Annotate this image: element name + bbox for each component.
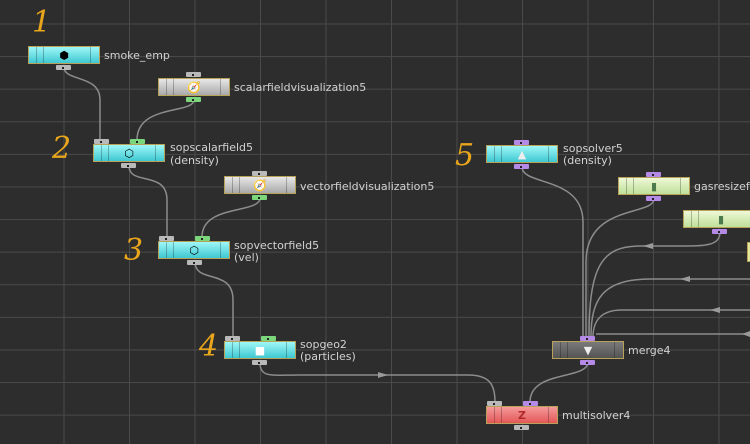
solver-icon: ▲ — [517, 148, 527, 161]
scalar-field-icon: ⬡ — [124, 147, 134, 160]
input-port[interactable] — [186, 72, 201, 77]
node-merge4[interactable]: ▼ — [552, 341, 624, 359]
visualize-icon: 🧭 — [187, 81, 201, 94]
annotation-5: 5 — [455, 138, 475, 173]
node-label: merge4 — [628, 344, 671, 357]
node-smoke-emp[interactable]: ⬢ — [28, 46, 100, 64]
node-multisolver4[interactable]: Z — [486, 406, 558, 424]
node-sopscalarfield5[interactable]: ⬡ — [93, 144, 165, 162]
cube-icon: ⬢ — [59, 49, 69, 62]
wire-arrow — [680, 276, 690, 282]
node-sopvectorfield5[interactable]: ⬡ — [158, 241, 230, 259]
output-port[interactable] — [186, 97, 201, 102]
output-port[interactable] — [514, 425, 529, 430]
node-sopsolver5[interactable]: ▲ — [486, 145, 558, 163]
output-port[interactable] — [252, 195, 267, 200]
wire-layer — [63, 66, 750, 403]
output-port[interactable] — [580, 360, 595, 365]
node-gasresizef[interactable]: ▮ — [618, 177, 690, 195]
vector-field-icon: ⬡ — [189, 244, 199, 257]
node-scalarfieldvisualization5[interactable]: 🧭 — [158, 78, 230, 96]
visualize-icon: 🧭 — [253, 179, 267, 192]
output-port[interactable] — [252, 360, 267, 365]
node-label: multisolver4 — [562, 409, 631, 422]
node-comment: (particles) — [300, 350, 356, 363]
node-comment: (vel) — [234, 251, 259, 264]
node-label: sopscalarfield5 — [170, 141, 254, 154]
wire-gasnode2-to-merge — [588, 231, 721, 338]
wire-arrow — [710, 307, 720, 313]
wire-vectorvis-to-vector — [201, 197, 261, 238]
wire-scalar-to-vector — [128, 165, 168, 237]
z-icon: Z — [518, 409, 526, 422]
node-comment: (density) — [563, 154, 612, 167]
wire-smoke-to-scalar — [63, 66, 101, 140]
wire-scalarvis-to-scalar — [136, 99, 195, 141]
annotation-4: 4 — [199, 329, 219, 364]
node-comment: (density) — [170, 154, 219, 167]
node-sopgeo2[interactable]: ■ — [224, 341, 296, 359]
output-port[interactable] — [514, 164, 529, 169]
node-label: smoke_emp — [104, 49, 170, 62]
box-icon: ■ — [254, 344, 266, 357]
wire-sopsolver-to-merge — [521, 166, 584, 337]
wire-arrow — [742, 331, 750, 337]
output-port[interactable] — [712, 229, 727, 234]
output-port[interactable] — [187, 260, 202, 265]
wire-right2-to-merge — [592, 309, 750, 338]
annotation-1: 1 — [32, 5, 52, 40]
annotation-2: 2 — [52, 131, 72, 166]
funnel-icon: ▼ — [583, 344, 593, 357]
bottle-icon: ▮ — [650, 180, 658, 193]
node-label: scalarfieldvisualization5 — [234, 81, 367, 94]
output-port[interactable] — [56, 65, 71, 70]
wire-gasresize-to-merge — [585, 198, 655, 337]
node-label: gasresizef — [694, 180, 750, 193]
node-vectorfieldvisualization5[interactable]: 🧭 — [224, 176, 296, 194]
wire-vector-to-sopgeo — [194, 261, 234, 337]
node-gas-2[interactable]: ▮ — [683, 210, 750, 228]
wire-merge-to-multisolver — [529, 361, 589, 403]
node-label: vectorfieldvisualization5 — [300, 180, 435, 193]
wire-sopgeo-to-multisolver — [259, 361, 496, 403]
annotation-3: 3 — [124, 233, 144, 268]
output-port[interactable] — [646, 196, 661, 201]
output-port[interactable] — [121, 163, 136, 168]
wire-arrow — [643, 243, 653, 249]
wire-arrow — [378, 372, 388, 378]
bottle-icon: ▮ — [717, 213, 725, 226]
wire-right1-to-merge — [590, 278, 750, 338]
